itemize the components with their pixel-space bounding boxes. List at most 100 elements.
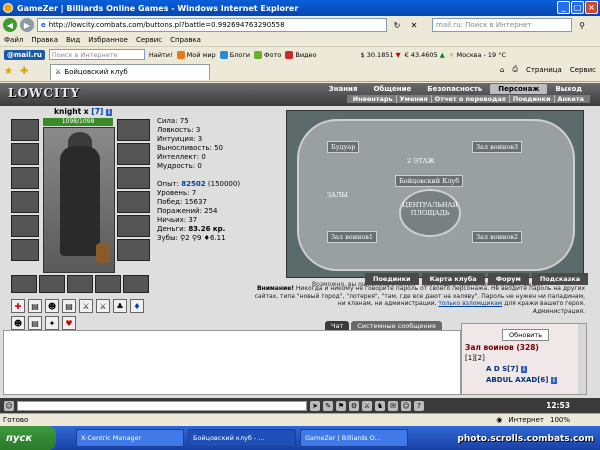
diamond-icon[interactable]: ♦ [130, 299, 144, 313]
equip-slot[interactable] [117, 191, 150, 213]
scroll-icon[interactable]: ▤ [62, 299, 76, 313]
mask-icon[interactable]: ☻ [11, 316, 25, 330]
stop-icon[interactable]: ✕ [407, 18, 421, 32]
task-combats[interactable]: Бойцовский клуб - ... [188, 429, 296, 447]
refresh-button[interactable]: Обновить [502, 329, 550, 341]
equip-slot[interactable] [11, 275, 37, 293]
equip-slot[interactable] [95, 275, 121, 293]
sword-icon[interactable]: ⚔ [96, 299, 110, 313]
sword-icon[interactable]: ⚔ [79, 299, 93, 313]
weather-item[interactable]: ☀ Москва - 19 °C [449, 51, 506, 59]
room-hall2[interactable]: Зал воинов2 [472, 231, 523, 243]
minimize-button[interactable]: _ [557, 1, 570, 14]
print-icon[interactable]: ⎙ [512, 65, 518, 74]
mailru-logo[interactable]: @mail.ru [4, 49, 45, 60]
mask-icon[interactable]: ☻ [45, 299, 59, 313]
search-icon[interactable]: ⚲ [575, 18, 589, 32]
smile-icon[interactable]: ☺ [401, 400, 411, 411]
equip-slot[interactable] [67, 275, 93, 293]
page-links[interactable]: [1][2] [465, 354, 485, 362]
back-button[interactable]: ◀ [3, 18, 17, 32]
info-icon[interactable]: i [105, 109, 113, 116]
club-map-button[interactable]: Карта клуба [421, 273, 485, 285]
menu-tools[interactable]: Сервис [136, 36, 162, 44]
club-icon[interactable]: ♣ [113, 299, 127, 313]
favorites-star-icon[interactable]: ★ [4, 66, 16, 78]
add-favorite-icon[interactable]: ✚ [20, 66, 32, 78]
video-item[interactable]: Видео [285, 50, 317, 59]
menu-view[interactable]: Вид [66, 36, 80, 44]
equip-slot[interactable] [123, 275, 149, 293]
tab-current[interactable]: ⚔ Бойцовский клуб [50, 63, 210, 80]
nav-character[interactable]: Персонаж [490, 84, 548, 94]
scroll-icon[interactable]: ▤ [28, 316, 42, 330]
heal-icon[interactable]: ✚ [11, 299, 25, 313]
filter-icon[interactable]: ⚑ [336, 400, 346, 411]
forum-button[interactable]: Форум [487, 273, 529, 285]
usd-rate[interactable]: $ 30.1851 ▼ [361, 51, 401, 59]
equip-slot[interactable] [117, 119, 150, 141]
info-icon[interactable]: i [550, 377, 557, 384]
room-hall3[interactable]: Зал воинов3 [472, 141, 523, 153]
menu-file[interactable]: Файл [4, 36, 23, 44]
equip-slot[interactable] [117, 143, 150, 165]
nav-knowledge[interactable]: Знания [321, 84, 366, 94]
subnav-skills[interactable]: Умения [397, 95, 432, 103]
fights-button[interactable]: Поединки [365, 273, 419, 285]
maximize-button[interactable]: □ [571, 1, 584, 14]
smile-icon[interactable]: ☺ [4, 400, 14, 411]
players-scrollbar[interactable] [578, 324, 586, 394]
info-icon[interactable]: i [520, 366, 527, 373]
warning-link[interactable]: только взломщикам [438, 300, 502, 307]
mailru-search-input[interactable]: Поиск в Интернете [48, 49, 145, 60]
equip-slot[interactable] [117, 239, 150, 261]
room-hall1[interactable]: Зал воинов1 [327, 231, 378, 243]
equip-slot[interactable] [117, 167, 150, 189]
tools-menu[interactable]: Сервис [570, 66, 596, 74]
nav-communication[interactable]: Общение [365, 84, 419, 94]
settings-icon[interactable]: ⚙ [349, 400, 359, 411]
photo-item[interactable]: Фото [254, 50, 281, 59]
start-button[interactable]: пуск [0, 426, 56, 450]
equip-slot[interactable] [11, 215, 39, 237]
task-gamezer[interactable]: GameZer | Billiards O... [300, 429, 408, 447]
subnav-inventory[interactable]: Инвентарь [350, 95, 397, 103]
nav-security[interactable]: Безопасность [419, 84, 490, 94]
page-menu[interactable]: Страница [526, 66, 562, 74]
subnav-profile[interactable]: Анкета [555, 95, 588, 103]
equip-slot[interactable] [11, 143, 39, 165]
zoom-level[interactable]: 100% [550, 416, 570, 424]
scroll-icon[interactable]: ▤ [28, 299, 42, 313]
central-square[interactable]: ЦЕНТРАЛЬНАЯ ПЛОЩАДЬ [399, 189, 461, 237]
send-icon[interactable]: ➤ [310, 400, 320, 411]
equip-slot[interactable] [11, 239, 39, 261]
equip-slot[interactable] [11, 119, 39, 141]
browser-search-input[interactable]: mail.ru: Поиск в Интернет [432, 18, 572, 32]
task-xcentric[interactable]: X-Centric Manager [76, 429, 184, 447]
home-icon[interactable]: ⌂ [500, 66, 504, 74]
nav-exit[interactable]: Выход [547, 84, 590, 94]
chat-messages[interactable] [3, 330, 461, 395]
subnav-transfers[interactable]: Отчет о переводах [432, 95, 510, 103]
mail-icon[interactable]: ✉ [388, 400, 398, 411]
my-world-item[interactable]: Мой мир [176, 50, 216, 59]
equip-slot[interactable] [117, 215, 150, 237]
menu-edit[interactable]: Правка [31, 36, 58, 44]
close-button[interactable]: × [585, 1, 598, 14]
equip-slot[interactable] [11, 167, 39, 189]
hero-avatar[interactable] [43, 127, 115, 273]
equip-slot[interactable] [39, 275, 65, 293]
heart-icon[interactable]: ♥ [62, 316, 76, 330]
eur-rate[interactable]: € 43.4605 ▲ [405, 51, 445, 59]
hint-button[interactable]: Подсказка [531, 273, 589, 285]
blogs-item[interactable]: Блоги [219, 50, 250, 59]
star-icon[interactable]: ✦ [45, 316, 59, 330]
chat-input[interactable] [17, 400, 307, 411]
menu-favorites[interactable]: Избранное [88, 36, 128, 44]
help-icon[interactable]: ? [414, 400, 424, 411]
equip-slot[interactable] [11, 191, 39, 213]
room-boudoir[interactable]: Будуар [327, 141, 360, 153]
refresh-icon[interactable]: ↻ [390, 18, 404, 32]
forward-button[interactable]: ▶ [20, 18, 34, 32]
walk-icon[interactable]: ♞ [375, 400, 385, 411]
